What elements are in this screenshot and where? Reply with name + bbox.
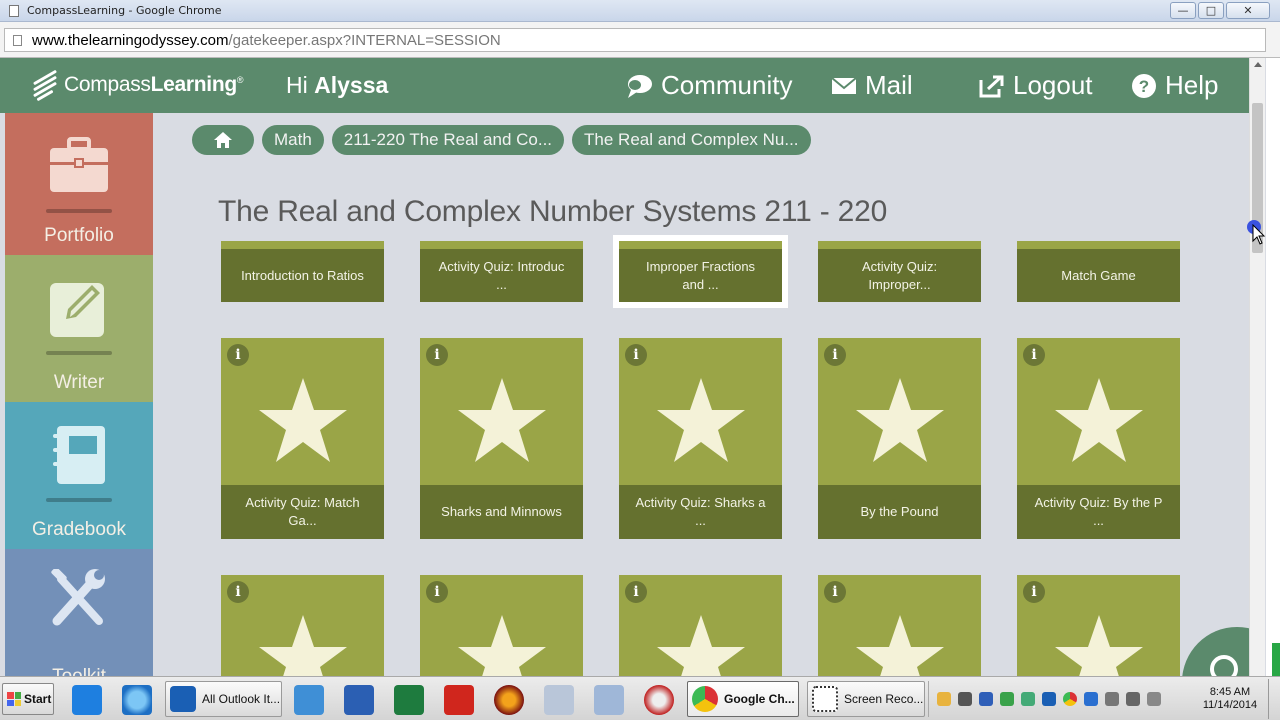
word-icon[interactable] [344,685,374,715]
snipping-tool-icon[interactable] [544,685,574,715]
tray-flag-icon[interactable] [958,692,972,706]
info-button[interactable]: i [227,581,249,603]
taskbar-outlook[interactable]: All Outlook It... [165,681,282,717]
media-icon[interactable] [644,685,674,715]
tray-network-icon[interactable] [1084,692,1098,706]
activity-card[interactable]: i [818,575,981,676]
activity-card[interactable]: i Activity Quiz: Match Ga... [221,338,384,539]
star-icon [1055,615,1143,676]
app-orb-icon[interactable] [494,685,524,715]
activity-card[interactable]: i [1017,575,1180,676]
tray-shield-icon[interactable] [979,692,993,706]
excel-icon[interactable] [394,685,424,715]
activity-card[interactable]: Match Game [1017,241,1180,302]
star-icon [458,378,546,462]
tray-security-icon[interactable] [1000,692,1014,706]
taskbar-screen-recorder[interactable]: Screen Reco... [807,681,925,717]
tray-display-icon[interactable] [1147,692,1161,706]
close-button[interactable]: ✕ [1226,2,1270,19]
tray-chrome-icon[interactable] [1063,692,1077,706]
tray-folder-icon[interactable] [937,692,951,706]
info-button[interactable]: i [824,344,846,366]
search-icon [1210,655,1238,676]
window-titlebar: CompassLearning - Google Chrome — □ ✕ [0,0,1280,22]
info-button[interactable]: i [1023,344,1045,366]
star-icon [856,378,944,462]
screen-recorder-icon [812,686,838,712]
chrome-icon [692,686,718,712]
info-button[interactable]: i [625,344,647,366]
system-tray [928,681,1198,717]
mouse-cursor-icon [1252,224,1266,245]
internet-explorer-icon[interactable] [122,685,152,715]
star-icon [657,378,745,462]
info-button[interactable]: i [227,344,249,366]
star-icon [657,615,745,676]
window-controls: — □ ✕ [1170,2,1270,19]
start-button[interactable]: Start [2,683,54,715]
activity-card[interactable]: Activity Quiz: Introduc... [420,241,583,302]
info-button[interactable]: i [426,581,448,603]
info-button[interactable]: i [824,581,846,603]
minimize-button[interactable]: — [1170,2,1196,19]
scroll-up-arrow-icon[interactable] [1254,62,1262,67]
activity-card[interactable]: i Activity Quiz: Sharks a... [619,338,782,539]
outlook-icon [170,686,196,712]
address-bar: www.thelearningodyssey.com/gatekeeper.as… [0,22,1280,58]
star-icon [458,615,546,676]
activity-grid: Introduction to Ratios Activity Quiz: In… [0,58,1264,676]
activity-card[interactable]: Activity Quiz: Improper... [818,241,981,302]
windows-logo-icon [7,692,21,706]
activity-card[interactable]: i [619,575,782,676]
system-clock[interactable]: 8:45 AM 11/14/2014 [1198,686,1262,712]
tray-outlook-icon[interactable] [1042,692,1056,706]
taskbar-chrome[interactable]: Google Ch... [687,681,799,717]
activity-card[interactable]: Introduction to Ratios [221,241,384,302]
info-button[interactable]: i [426,344,448,366]
star-icon [1055,378,1143,462]
activity-card[interactable]: i By the Pound [818,338,981,539]
page-icon [13,34,22,46]
star-icon [259,378,347,462]
taskbar: Start All Outlook It... Google Ch... Scr… [0,676,1280,720]
dropbox-icon[interactable] [72,685,102,715]
tray-volume-icon[interactable] [1105,692,1119,706]
show-desktop-button[interactable] [1268,679,1278,719]
window-title: CompassLearning - Google Chrome [27,4,222,17]
calculator-icon[interactable] [594,685,624,715]
window-edge [1266,58,1280,676]
activity-card[interactable]: i [221,575,384,676]
app-cube-icon[interactable] [444,685,474,715]
info-button[interactable]: i [625,581,647,603]
activity-card[interactable]: i Activity Quiz: By the P... [1017,338,1180,539]
page-icon [9,4,19,17]
maximize-button[interactable]: □ [1198,2,1224,19]
star-icon [856,615,944,676]
star-icon [259,615,347,676]
activity-card[interactable]: i [420,575,583,676]
activity-card[interactable]: i Sharks and Minnows [420,338,583,539]
page-scrollbar[interactable] [1249,58,1265,676]
url-text[interactable]: www.thelearningodyssey.com/gatekeeper.as… [32,32,501,49]
notes-icon[interactable] [294,685,324,715]
tray-notification-icon[interactable] [1126,692,1140,706]
info-button[interactable]: i [1023,581,1045,603]
omnibox[interactable]: www.thelearningodyssey.com/gatekeeper.as… [4,28,1266,52]
page-viewport: CompassLearning® Hi Alyssa Community Mai… [0,58,1264,676]
activity-card-selected[interactable]: Improper Fractions and ... [613,235,788,308]
tray-sync-icon[interactable] [1021,692,1035,706]
